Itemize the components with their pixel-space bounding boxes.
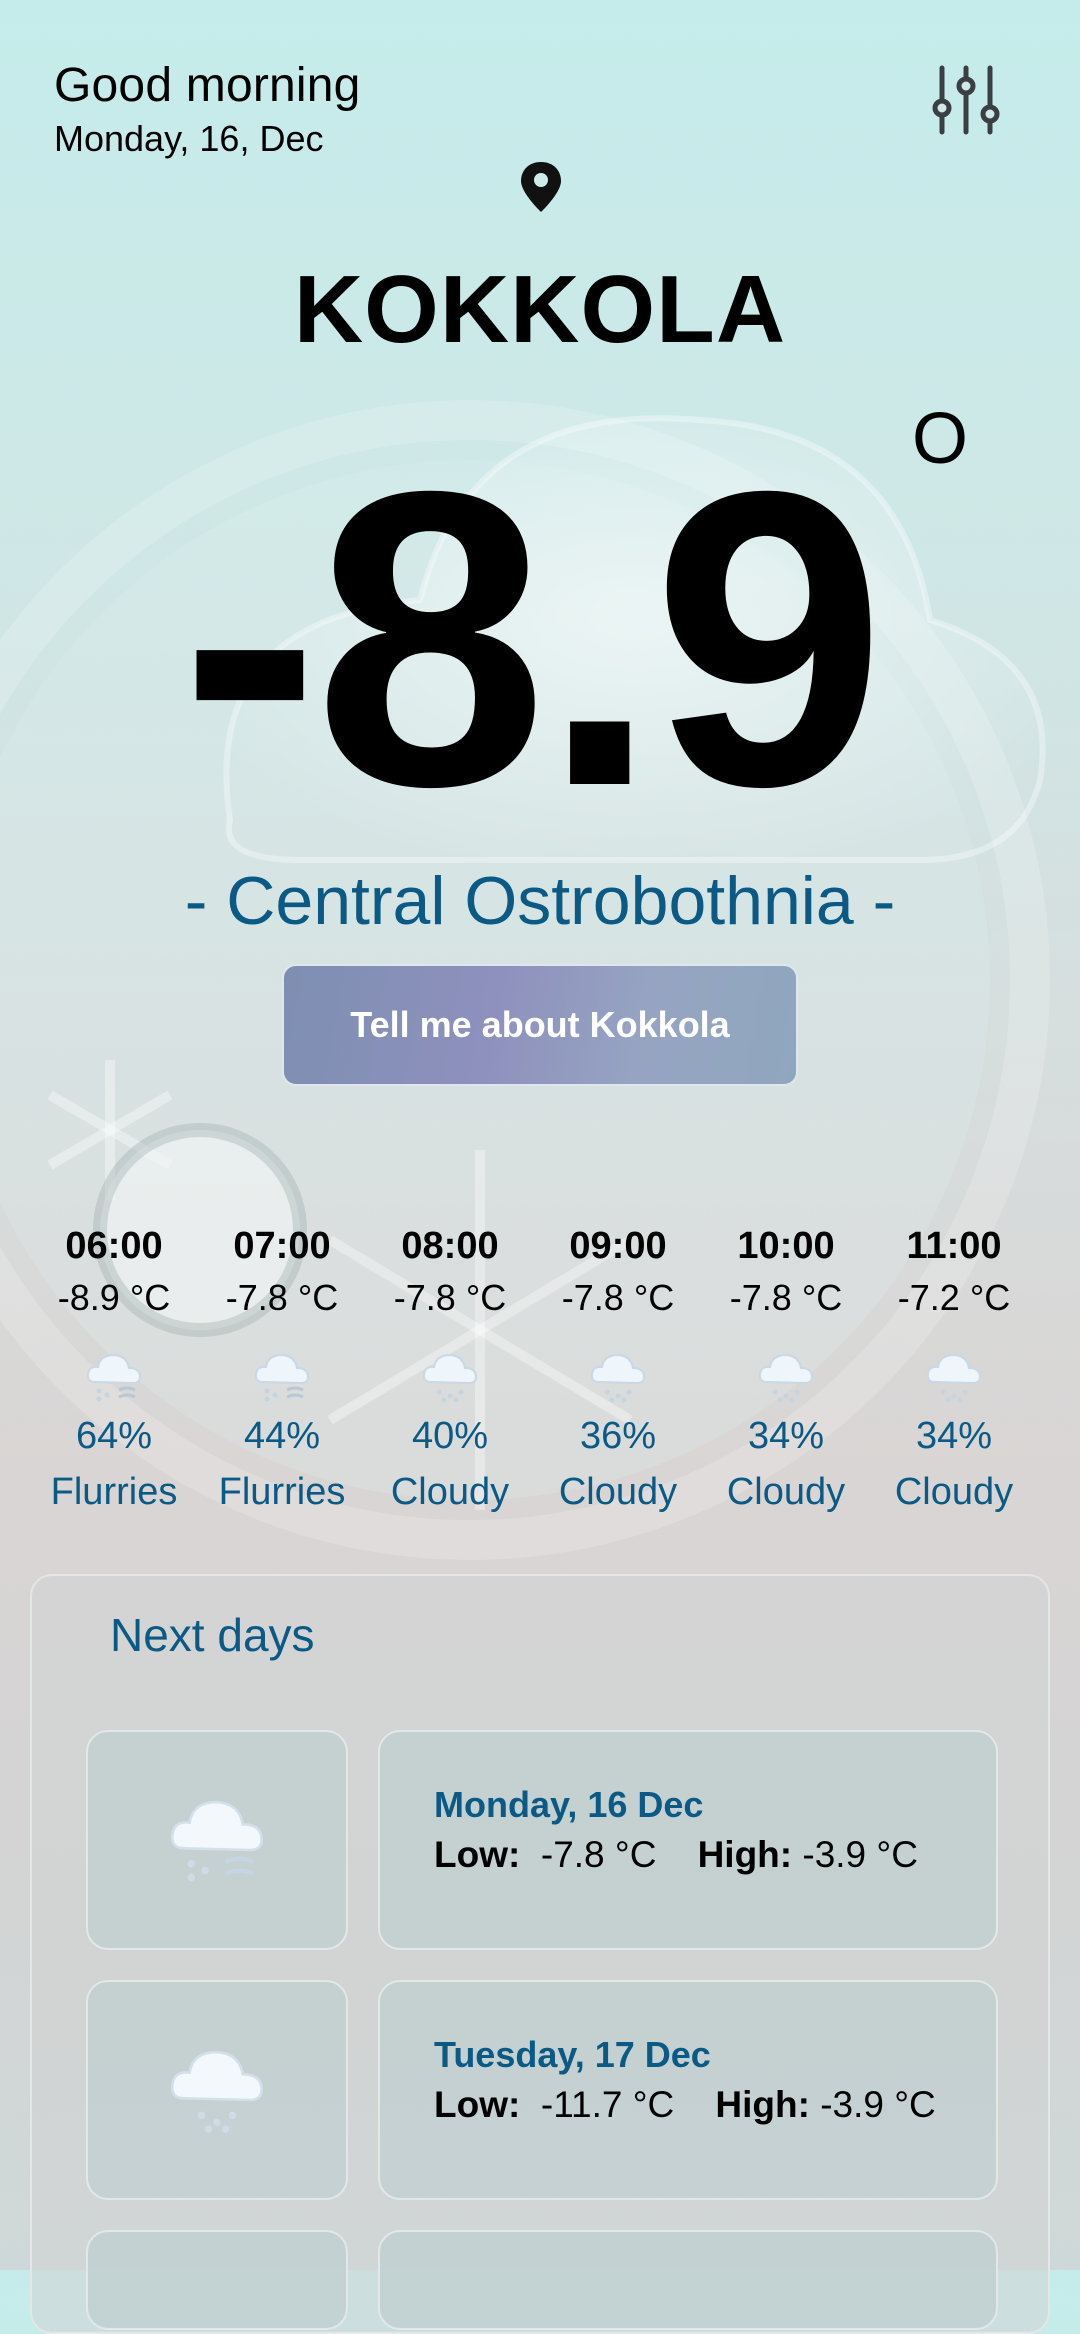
hour-precip: 40% — [411, 1415, 489, 1457]
current-date: Monday, 16, Dec — [54, 118, 324, 159]
greeting-text: Good morning — [54, 59, 361, 112]
hour-time: 10:00 — [737, 1225, 835, 1267]
low-value: -7.8 °C — [540, 1834, 657, 1875]
low-label: Low: — [434, 1834, 521, 1875]
hour-temp: -7.8 °C — [393, 1277, 507, 1318]
hour-condition: Flurries — [218, 1471, 346, 1513]
day-icon-card — [86, 1730, 348, 1950]
hour-condition: Flurries — [50, 1471, 178, 1513]
day-forecast-card[interactable] — [378, 2230, 998, 2330]
hour-item: 07:00 -7.8 °C 44% Flurries — [198, 1225, 366, 1514]
hour-precip: 34% — [915, 1415, 993, 1457]
sliders-icon[interactable] — [928, 62, 1004, 138]
snow-flurries-icon — [198, 1341, 366, 1411]
day-forecast-card[interactable]: Monday, 16 Dec Low: -7.8 °C High: -3.9 °… — [378, 1730, 998, 1950]
hour-temp: -7.8 °C — [729, 1277, 843, 1318]
snow-flurries-icon — [162, 1790, 272, 1891]
day-icon-card — [86, 2230, 348, 2330]
day-name: Monday, 16 Dec — [434, 1784, 704, 1825]
hour-precip: 34% — [747, 1415, 825, 1457]
day-temps: Low: -11.7 °C High: -3.9 °C — [434, 2084, 936, 2126]
city-name: KOKKOLA — [293, 256, 787, 363]
hour-temp: -7.8 °C — [225, 1277, 339, 1318]
hour-precip: 36% — [579, 1415, 657, 1457]
low-label: Low: — [434, 2084, 521, 2125]
hour-condition: Cloudy — [390, 1471, 510, 1513]
high-value: -3.9 °C — [802, 1834, 918, 1875]
hour-time: 08:00 — [401, 1225, 499, 1267]
hour-condition: Cloudy — [558, 1471, 678, 1513]
location-pin-icon — [516, 160, 566, 214]
hour-item: 06:00 -8.9 °C 64% Flurries — [30, 1225, 198, 1514]
hour-temp: -7.8 °C — [561, 1277, 675, 1318]
day-icon-card — [86, 1980, 348, 2200]
hour-temp: -8.9 °C — [57, 1277, 171, 1318]
hour-item: 11:00 -7.2 °C 34% Cloudy — [870, 1225, 1038, 1514]
next-days-panel — [30, 1574, 1050, 2334]
snow-cloud-icon — [366, 1341, 534, 1411]
hour-item: 10:00 -7.8 °C 34% Cloudy — [702, 1225, 870, 1514]
low-value: -11.7 °C — [540, 2084, 675, 2125]
day-name: Tuesday, 17 Dec — [434, 2034, 711, 2075]
snow-cloud-icon — [534, 1341, 702, 1411]
snow-flurries-icon — [30, 1341, 198, 1411]
hour-time: 06:00 — [65, 1225, 163, 1267]
next-days-title: Next days — [110, 1609, 315, 1661]
hour-time: 09:00 — [569, 1225, 667, 1267]
high-label: High: — [697, 1834, 793, 1875]
hour-time: 11:00 — [906, 1225, 1002, 1267]
hour-precip: 44% — [243, 1415, 321, 1457]
current-temperature: -8.9 — [180, 405, 886, 874]
tell-me-about-button[interactable]: Tell me about Kokkola — [282, 964, 798, 1086]
hour-condition: Cloudy — [894, 1471, 1014, 1513]
hour-temp: -7.2 °C — [897, 1277, 1011, 1318]
hour-item: 09:00 -7.8 °C 36% Cloudy — [534, 1225, 702, 1514]
snow-cloud-icon — [162, 2040, 272, 2141]
high-value: -3.9 °C — [820, 2084, 936, 2125]
day-temps: Low: -7.8 °C High: -3.9 °C — [434, 1834, 918, 1876]
snow-cloud-icon — [870, 1341, 1038, 1411]
snow-cloud-icon — [702, 1341, 870, 1411]
hourly-forecast: 06:00 -8.9 °C 64% Flurries 07:00 -7.8 °C… — [30, 1225, 1050, 1514]
hour-precip: 64% — [75, 1415, 153, 1457]
hour-time: 07:00 — [233, 1225, 331, 1267]
hour-item: 08:00 -7.8 °C 40% Cloudy — [366, 1225, 534, 1514]
high-label: High: — [715, 2084, 810, 2125]
hour-condition: Cloudy — [726, 1471, 846, 1513]
region-name: - Central Ostrobothnia - — [184, 863, 896, 939]
day-forecast-card[interactable]: Tuesday, 17 Dec Low: -11.7 °C High: -3.9… — [378, 1980, 998, 2200]
